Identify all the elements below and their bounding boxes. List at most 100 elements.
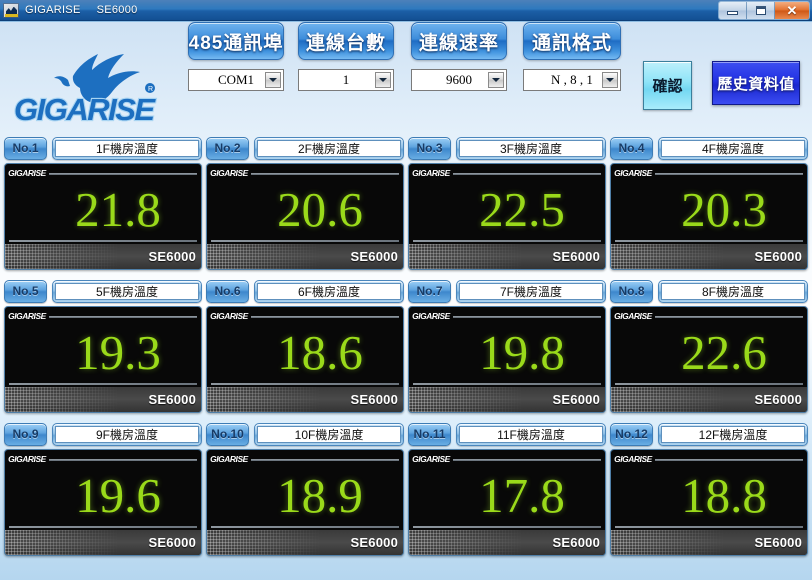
- device-count-button[interactable]: 連線台數: [298, 22, 394, 60]
- confirm-button[interactable]: 確認: [643, 61, 692, 110]
- minimize-button[interactable]: [719, 2, 747, 19]
- sensor-lcd-display[interactable]: GIGARISE 18.8 SE6000: [610, 449, 808, 556]
- sensor-number-badge[interactable]: No.3: [408, 136, 451, 160]
- chevron-down-icon[interactable]: [265, 72, 281, 88]
- lcd-top-rule: [250, 172, 399, 175]
- sensor-lcd-display[interactable]: GIGARISE 21.8 SE6000: [4, 163, 202, 270]
- sensor-number-badge[interactable]: No.7: [408, 279, 451, 303]
- sensor-panel: No.3 3F機房溫度 GIGARISE 22.5 SE6000: [408, 136, 606, 270]
- lcd-footer: SE6000: [207, 530, 403, 555]
- data-format-select[interactable]: N , 8 , 1: [523, 69, 621, 91]
- sensor-panel: No.2 2F機房溫度 GIGARISE 20.6 SE6000: [206, 136, 404, 270]
- temperature-value: 18.6: [277, 324, 363, 380]
- sensor-lcd-display[interactable]: GIGARISE 19.8 SE6000: [408, 306, 606, 413]
- lcd-footer: SE6000: [207, 387, 403, 412]
- close-icon: ✕: [786, 3, 798, 18]
- device-count-control-group: 連線台數 1: [298, 22, 394, 91]
- sensor-name-field[interactable]: 3F機房溫度: [456, 136, 606, 160]
- lcd-dot-texture: [207, 387, 321, 412]
- close-button[interactable]: ✕: [775, 2, 809, 19]
- sensor-lcd-display[interactable]: GIGARISE 22.5 SE6000: [408, 163, 606, 270]
- sensor-lcd-display[interactable]: GIGARISE 19.6 SE6000: [4, 449, 202, 556]
- sensor-number-badge[interactable]: No.2: [206, 136, 249, 160]
- sensor-name-value: 8F機房溫度: [661, 282, 805, 300]
- chevron-down-icon[interactable]: [602, 72, 618, 88]
- sensor-name-field[interactable]: 11F機房溫度: [456, 422, 606, 446]
- chevron-down-icon[interactable]: [488, 72, 504, 88]
- temperature-value: 20.6: [277, 181, 363, 237]
- app-title: GIGARISE: [25, 4, 81, 16]
- sensor-name-field[interactable]: 5F機房溫度: [52, 279, 202, 303]
- sensor-name-field[interactable]: 4F機房溫度: [658, 136, 808, 160]
- sensor-name-value: 9F機房溫度: [55, 425, 199, 443]
- temperature-value: 21.8: [75, 181, 161, 237]
- sensor-name-value: 10F機房溫度: [257, 425, 401, 443]
- baud-rate-button[interactable]: 連線速率: [411, 22, 507, 60]
- sensor-header: No.4 4F機房溫度: [610, 136, 808, 160]
- data-format-select-value: N , 8 , 1: [551, 72, 593, 87]
- history-data-button[interactable]: 歷史資料值: [712, 61, 800, 105]
- temperature-value: 19.3: [75, 324, 161, 380]
- sensor-number-badge[interactable]: No.11: [408, 422, 451, 446]
- minimize-icon: [727, 11, 738, 15]
- sensor-header: No.2 2F機房溫度: [206, 136, 404, 160]
- sensor-number-badge[interactable]: No.8: [610, 279, 653, 303]
- lcd-model-label: SE6000: [552, 392, 600, 407]
- port-select[interactable]: COM1: [188, 69, 284, 91]
- port-control-group: 485通訊埠 COM1: [188, 22, 284, 91]
- lcd-dot-texture: [5, 387, 119, 412]
- sensor-name-field[interactable]: 1F機房溫度: [52, 136, 202, 160]
- data-format-button[interactable]: 通訊格式: [523, 22, 621, 60]
- sensor-name-field[interactable]: 6F機房溫度: [254, 279, 404, 303]
- sensor-header: No.9 9F機房溫度: [4, 422, 202, 446]
- sensor-lcd-display[interactable]: GIGARISE 20.3 SE6000: [610, 163, 808, 270]
- chevron-down-icon[interactable]: [375, 72, 391, 88]
- sensor-number-badge[interactable]: No.12: [610, 422, 653, 446]
- lcd-brand-label: GIGARISE: [614, 312, 652, 321]
- sensor-lcd-display[interactable]: GIGARISE 22.6 SE6000: [610, 306, 808, 413]
- lcd-footer: SE6000: [409, 387, 605, 412]
- lcd-mid-rule: [413, 240, 601, 242]
- lcd-mid-rule: [615, 526, 803, 528]
- sensor-number-badge[interactable]: No.9: [4, 422, 47, 446]
- maximize-button[interactable]: [747, 2, 775, 19]
- temperature-value: 18.9: [277, 467, 363, 523]
- sensor-name-field[interactable]: 10F機房溫度: [254, 422, 404, 446]
- sensor-name-field[interactable]: 12F機房溫度: [658, 422, 808, 446]
- baud-rate-select[interactable]: 9600: [411, 69, 507, 91]
- lcd-mid-rule: [9, 526, 197, 528]
- sensor-number-badge[interactable]: No.6: [206, 279, 249, 303]
- sensor-number-badge[interactable]: No.10: [206, 422, 249, 446]
- lcd-footer: SE6000: [409, 244, 605, 269]
- device-count-select[interactable]: 1: [298, 69, 394, 91]
- sensor-lcd-display[interactable]: GIGARISE 18.6 SE6000: [206, 306, 404, 413]
- sensor-number-badge[interactable]: No.4: [610, 136, 653, 160]
- lcd-mid-rule: [615, 383, 803, 385]
- sensor-name-value: 5F機房溫度: [55, 282, 199, 300]
- app-icon: [3, 2, 19, 18]
- sensor-number-badge[interactable]: No.1: [4, 136, 47, 160]
- lcd-model-label: SE6000: [552, 249, 600, 264]
- lcd-dot-texture: [207, 244, 321, 269]
- sensor-number-badge[interactable]: No.5: [4, 279, 47, 303]
- sensor-name-value: 6F機房溫度: [257, 282, 401, 300]
- port-button[interactable]: 485通訊埠: [188, 22, 284, 60]
- lcd-top-rule: [654, 172, 803, 175]
- sensor-name-value: 3F機房溫度: [459, 139, 603, 157]
- sensor-lcd-display[interactable]: GIGARISE 18.9 SE6000: [206, 449, 404, 556]
- application-window: GIGARISE SE6000 ✕ R GIGARISE 485通訊埠 COM1…: [0, 0, 812, 580]
- baud-rate-control-group: 連線速率 9600: [411, 22, 507, 91]
- sensor-name-field[interactable]: 8F機房溫度: [658, 279, 808, 303]
- sensor-name-field[interactable]: 9F機房溫度: [52, 422, 202, 446]
- sensor-lcd-display[interactable]: GIGARISE 17.8 SE6000: [408, 449, 606, 556]
- device-count-select-value: 1: [342, 72, 350, 87]
- sensor-name-value: 12F機房溫度: [661, 425, 805, 443]
- sensor-name-field[interactable]: 2F機房溫度: [254, 136, 404, 160]
- lcd-mid-rule: [211, 383, 399, 385]
- sensor-lcd-display[interactable]: GIGARISE 19.3 SE6000: [4, 306, 202, 413]
- sensor-lcd-display[interactable]: GIGARISE 20.6 SE6000: [206, 163, 404, 270]
- lcd-brand-label: GIGARISE: [412, 169, 450, 178]
- sensor-grid: No.1 1F機房溫度 GIGARISE 21.8 SE6000 No.2 2F機房溫度 GI…: [4, 136, 808, 556]
- sensor-name-field[interactable]: 7F機房溫度: [456, 279, 606, 303]
- data-format-control-group: 通訊格式 N , 8 , 1: [523, 22, 621, 91]
